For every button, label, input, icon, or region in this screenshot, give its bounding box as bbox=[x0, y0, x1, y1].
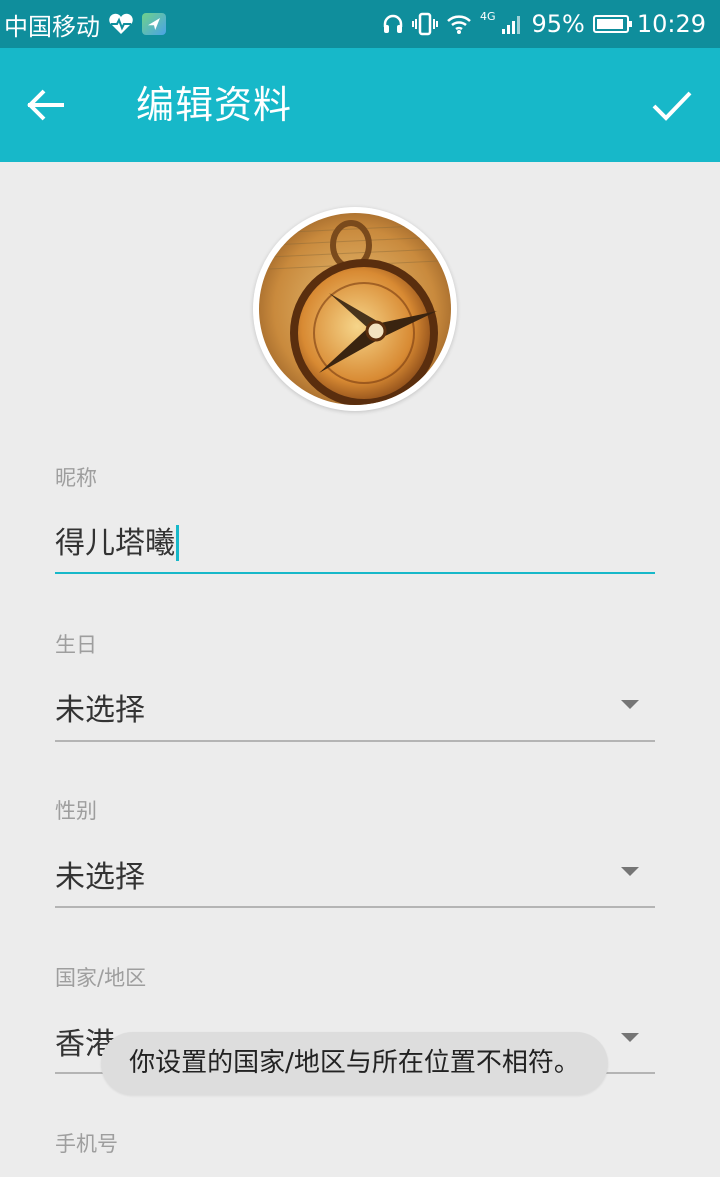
page-title: 编辑资料 bbox=[136, 83, 293, 127]
battery-percent: 95% bbox=[531, 10, 585, 38]
headphones-icon bbox=[382, 13, 404, 35]
gender-field: 性别 未选择 bbox=[55, 795, 655, 910]
nickname-field: 昵称 得儿塔曦 bbox=[55, 462, 655, 577]
carrier-label: 中国移动 bbox=[4, 12, 100, 41]
signal-icon bbox=[501, 13, 523, 35]
chevron-down-icon[interactable] bbox=[621, 1033, 639, 1042]
app-bar: 编辑资料 bbox=[0, 48, 720, 162]
vibrate-icon bbox=[411, 12, 438, 36]
phone-field: 手机号 bbox=[55, 1128, 655, 1176]
app-notification-icon bbox=[142, 13, 166, 35]
nickname-value: 得儿塔曦 bbox=[55, 526, 175, 561]
nickname-input[interactable]: 得儿塔曦 bbox=[55, 518, 179, 563]
arrow-left-icon bbox=[27, 89, 64, 121]
network-type-label: 4G bbox=[479, 9, 496, 23]
text-cursor bbox=[176, 524, 179, 561]
phone-label: 手机号 bbox=[55, 1132, 118, 1156]
birthday-underline bbox=[55, 740, 655, 742]
battery-icon bbox=[592, 15, 632, 33]
avatar-compass-image bbox=[259, 213, 451, 405]
checkmark-icon bbox=[652, 91, 692, 121]
wifi-icon bbox=[446, 13, 472, 35]
chevron-down-icon[interactable] bbox=[621, 700, 639, 709]
birthday-label: 生日 bbox=[55, 633, 97, 657]
confirm-button[interactable] bbox=[648, 81, 696, 129]
clock: 10:29 bbox=[636, 10, 706, 38]
gender-select[interactable]: 未选择 bbox=[55, 852, 145, 896]
back-button[interactable] bbox=[22, 81, 70, 129]
status-left: 中国移动 bbox=[4, 7, 166, 42]
birthday-field: 生日 未选择 bbox=[55, 629, 655, 744]
health-heart-icon bbox=[108, 13, 134, 35]
avatar[interactable] bbox=[253, 207, 457, 411]
region-label: 国家/地区 bbox=[55, 966, 147, 990]
toast-message: 你设置的国家/地区与所在位置不相符。 bbox=[101, 1032, 608, 1095]
gender-label: 性别 bbox=[55, 799, 97, 823]
nickname-label: 昵称 bbox=[55, 466, 97, 490]
gender-underline bbox=[55, 906, 655, 908]
nickname-underline bbox=[55, 572, 655, 574]
birthday-select[interactable]: 未选择 bbox=[55, 685, 145, 729]
status-bar: 中国移动 4G 95% 10:29 bbox=[0, 0, 720, 48]
status-right: 4G 95% 10:29 bbox=[382, 10, 706, 38]
chevron-down-icon[interactable] bbox=[621, 867, 639, 876]
